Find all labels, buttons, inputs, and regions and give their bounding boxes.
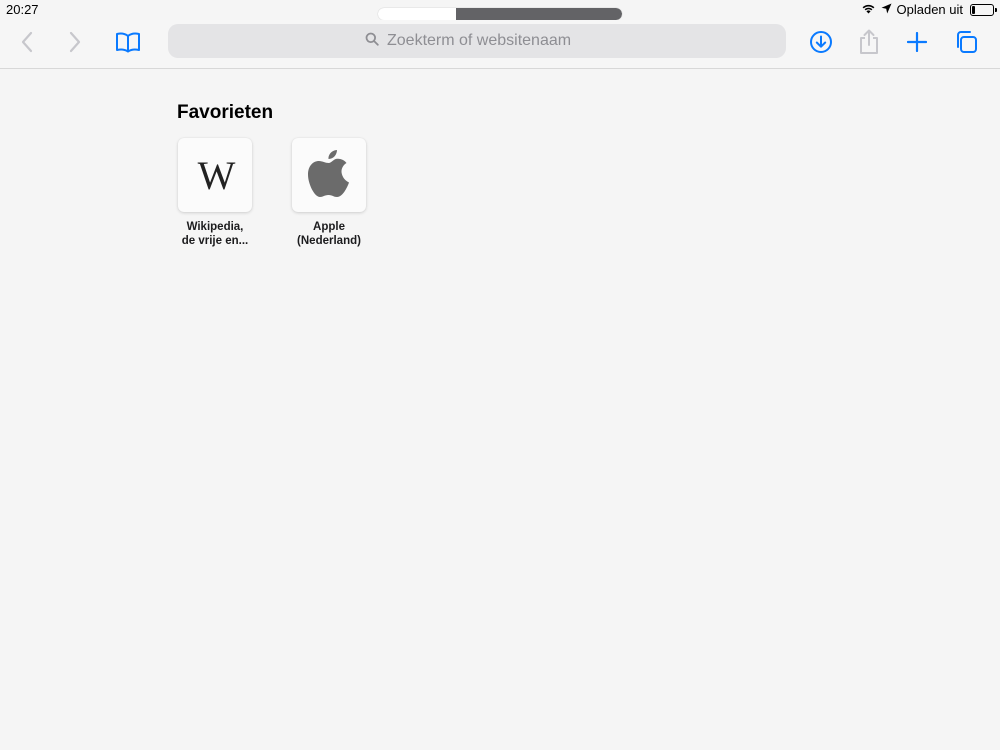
battery-level [972, 5, 975, 14]
favorite-tile [292, 138, 366, 212]
favorite-apple[interactable]: Apple (Nederland) [283, 138, 375, 248]
status-time: 20:27 [6, 2, 39, 17]
favorites-heading: Favorieten [177, 102, 274, 123]
favorite-wikipedia[interactable]: W Wikipedia, de vrije en... [169, 138, 261, 248]
address-bar[interactable] [168, 24, 786, 58]
multitasking-handle[interactable] [378, 8, 622, 20]
favorite-label-line2: (Nederland) [297, 235, 361, 247]
downloads-button[interactable] [801, 24, 841, 64]
favorite-label: Apple (Nederland) [283, 220, 375, 248]
browser-toolbar [0, 20, 1000, 69]
charging-status: Opladen uit [896, 2, 964, 17]
apple-logo-icon [306, 147, 352, 204]
forward-button[interactable] [55, 24, 95, 64]
share-icon [858, 29, 880, 60]
favorite-label: Wikipedia, de vrije en... [169, 220, 261, 248]
book-icon [115, 31, 141, 58]
battery-icon [970, 3, 997, 16]
search-input[interactable] [385, 31, 589, 51]
tabs-overview-button[interactable] [946, 24, 986, 64]
favorite-label-line1: Wikipedia, [186, 221, 244, 233]
download-arrow-circle-icon [809, 30, 833, 59]
favorite-tile: W [178, 138, 252, 212]
bookmarks-button[interactable] [108, 24, 148, 64]
page-load-progress-fill [456, 8, 622, 20]
tabs-overview-icon [954, 30, 978, 59]
chevron-left-icon [20, 31, 34, 58]
wifi-icon [861, 2, 876, 17]
search-icon [365, 32, 379, 51]
wikipedia-w-icon: W [197, 152, 236, 198]
favorite-label-line2: de vrije en... [181, 235, 249, 247]
safari-window: 20:27 Opladen uit Zoekterm of websitenaa… [0, 0, 1000, 750]
status-right: Opladen uit [861, 2, 997, 17]
new-tab-button[interactable] [897, 24, 937, 64]
favorite-label-line1: Apple [313, 221, 345, 233]
back-button[interactable] [7, 24, 47, 64]
plus-icon [906, 31, 928, 57]
location-arrow-icon [881, 2, 892, 17]
page-load-progress [378, 8, 622, 20]
chevron-right-icon [68, 31, 82, 58]
share-button[interactable] [849, 24, 889, 64]
